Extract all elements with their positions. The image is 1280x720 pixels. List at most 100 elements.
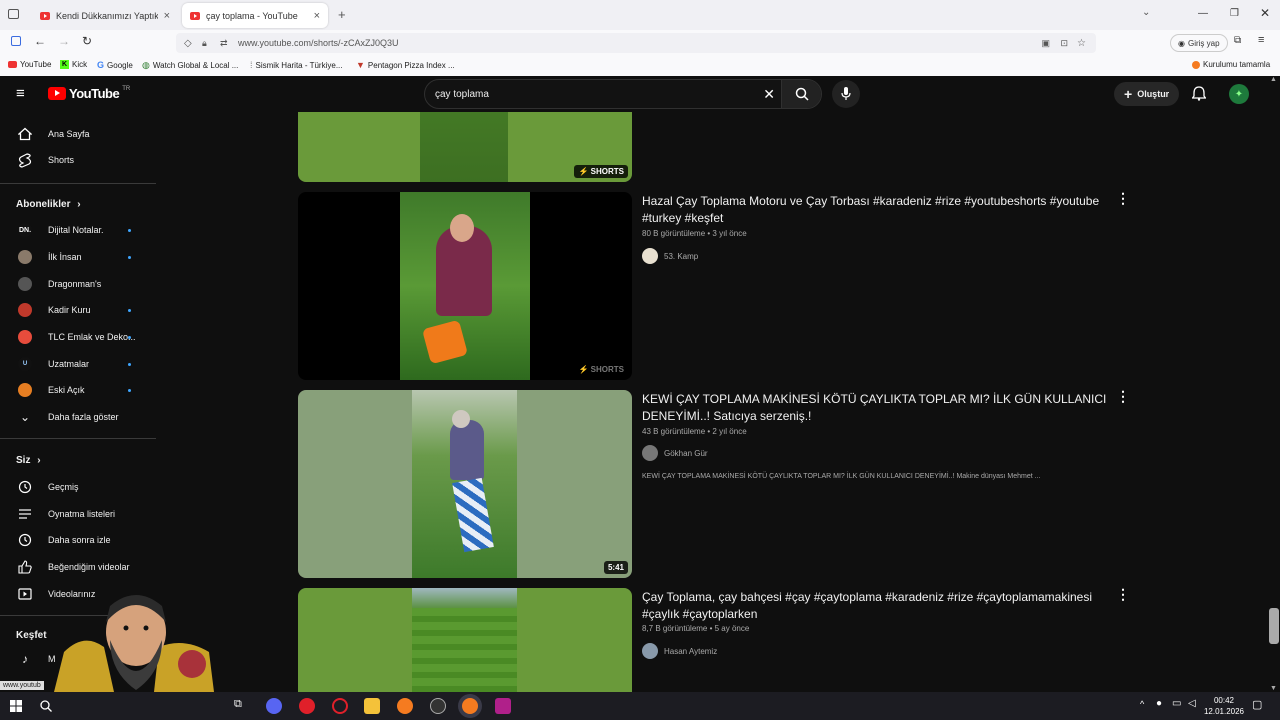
- create-label: Oluştur: [1137, 89, 1170, 99]
- chevron-down-icon[interactable]: ⌄: [1142, 7, 1150, 18]
- create-button[interactable]: + Oluştur: [1114, 82, 1180, 106]
- sidebar-item-subscription[interactable]: Eski Açık: [0, 377, 156, 403]
- more-options-icon[interactable]: ⋮: [1116, 388, 1130, 405]
- more-options-icon[interactable]: ⋮: [1116, 586, 1130, 603]
- menu-icon[interactable]: ≡: [1258, 34, 1264, 46]
- tab-2[interactable]: çay toplama - YouTube ×: [182, 3, 328, 28]
- network-icon[interactable]: ▭: [1172, 698, 1181, 709]
- sidebar-item-shorts[interactable]: Shorts: [0, 147, 156, 173]
- close-tab-icon[interactable]: ×: [314, 10, 320, 22]
- forward-icon[interactable]: →: [58, 34, 70, 48]
- bookmark-pentagon[interactable]: ▼ Pentagon Pizza Index ...: [356, 60, 455, 70]
- browser-chrome: Kendi Dükkanımızı Yaptık | Hara × çay to…: [0, 0, 1280, 76]
- sidebar-item-liked[interactable]: Beğendiğim videolar: [0, 554, 156, 580]
- maximize-icon[interactable]: ❐: [1230, 8, 1239, 19]
- channel-link[interactable]: 53. Kamp: [642, 248, 698, 264]
- you-heading[interactable]: Siz ›: [16, 455, 41, 466]
- sidebar-item-history[interactable]: Geçmiş: [0, 474, 156, 500]
- opera-gx-icon[interactable]: [332, 698, 348, 714]
- video-thumbnail[interactable]: 5:41: [298, 390, 632, 578]
- obs-icon[interactable]: [430, 698, 446, 714]
- permissions-icon[interactable]: ⇄: [220, 38, 228, 49]
- taskbar-clock[interactable]: 00:42 12.01.2026: [1204, 695, 1244, 717]
- channel-avatar-image: [18, 383, 32, 397]
- channel-link[interactable]: Hasan Aytemiz: [642, 643, 717, 659]
- sidebar-item-label: Dijital Notalar.: [48, 225, 104, 235]
- sidebar-item-home[interactable]: Ana Sayfa: [0, 121, 156, 147]
- new-tab-button[interactable]: +: [338, 7, 346, 22]
- windows-start-icon[interactable]: [10, 700, 22, 712]
- tab-list-icon[interactable]: [8, 9, 19, 19]
- volume-icon[interactable]: ◁: [1188, 698, 1196, 709]
- search-input[interactable]: çay toplama ✕: [424, 79, 822, 109]
- hamburger-menu-icon[interactable]: ≡: [16, 85, 25, 102]
- show-more-button[interactable]: ⌄ Daha fazla göster: [0, 404, 156, 430]
- reload-icon[interactable]: ↻: [82, 34, 92, 48]
- reader-icon[interactable]: ▣: [1041, 38, 1050, 49]
- login-button[interactable]: ◉ Giriş yap: [1170, 34, 1228, 52]
- pocket-icon[interactable]: ⊡: [1060, 38, 1068, 49]
- video-thumbnail[interactable]: ⚡ SHORTS: [298, 192, 632, 380]
- video-thumbnail[interactable]: ⚡ SHORTS: [298, 112, 632, 182]
- sidebar-item-label: Daha sonra izle: [48, 535, 111, 545]
- clear-search-icon[interactable]: ✕: [763, 86, 775, 103]
- streamer-overlay-character: [54, 595, 214, 692]
- bookmark-google[interactable]: G Google: [97, 60, 133, 70]
- youtube-logo[interactable]: YouTube TR: [48, 86, 130, 101]
- microphone-tray-icon[interactable]: ●: [1156, 698, 1162, 709]
- video-title[interactable]: KEWİ ÇAY TOPLAMA MAKİNESİ KÖTÜ ÇAYLIKTA …: [642, 391, 1112, 425]
- scrollbar-thumb[interactable]: [1269, 608, 1279, 644]
- close-window-icon[interactable]: ✕: [1260, 6, 1270, 20]
- scroll-down-icon[interactable]: ▼: [1270, 685, 1277, 692]
- firefox-active-icon[interactable]: [462, 698, 478, 714]
- subscriptions-heading[interactable]: Abonelikler ›: [16, 199, 81, 210]
- sidebar-item-watch-later[interactable]: Daha sonra izle: [0, 527, 156, 553]
- voice-search-button[interactable]: [832, 80, 860, 108]
- sidebar-item-subscription[interactable]: U Uzatmalar: [0, 351, 156, 377]
- bookmark-setup[interactable]: Kurulumu tamamla: [1192, 60, 1270, 69]
- sidebar-toggle-icon[interactable]: [11, 36, 21, 46]
- scroll-up-icon[interactable]: ▲: [1270, 76, 1277, 83]
- close-tab-icon[interactable]: ×: [164, 10, 170, 22]
- back-icon[interactable]: ←: [34, 34, 46, 48]
- sidebar-item-label: TLC Emlak ve Deko...: [48, 332, 136, 342]
- discord-icon[interactable]: [266, 698, 282, 714]
- opera-icon[interactable]: [299, 698, 315, 714]
- more-options-icon[interactable]: ⋮: [1116, 190, 1130, 207]
- sidebar-item-playlists[interactable]: Oynatma listeleri: [0, 501, 156, 527]
- channel-link[interactable]: Gökhan Gür: [642, 445, 708, 461]
- bookmark-sismik[interactable]: ⁞ Sismik Harita - Türkiye...: [250, 60, 343, 70]
- firefox-taskbar-icon[interactable]: [397, 698, 413, 714]
- task-view-icon[interactable]: ⧉: [234, 698, 242, 711]
- file-explorer-icon[interactable]: [364, 698, 380, 714]
- sidebar-item-subscription[interactable]: İlk İnsan: [0, 244, 156, 270]
- bookmark-label: Sismik Harita - Türkiye...: [255, 60, 343, 70]
- tab-1[interactable]: Kendi Dükkanımızı Yaptık | Hara ×: [32, 3, 178, 28]
- notifications-bell-icon[interactable]: [1192, 86, 1206, 101]
- search-button[interactable]: [781, 80, 821, 108]
- channel-avatar: [16, 248, 34, 266]
- sidebar-item-subscription[interactable]: Dragonman's: [0, 271, 156, 297]
- account-avatar[interactable]: ✦: [1229, 84, 1249, 104]
- video-title[interactable]: Çay Toplama, çay bahçesi #çay #çaytoplam…: [642, 589, 1112, 623]
- sidebar-item-subscription[interactable]: Kadir Kuru: [0, 297, 156, 323]
- sidebar-item-label: Dragonman's: [48, 279, 102, 289]
- sidebar-item-subscription[interactable]: DN. Dijital Notalar.: [0, 217, 156, 243]
- sidebar-item-subscription[interactable]: TLC Emlak ve Deko...: [0, 324, 156, 350]
- app-v-icon[interactable]: [495, 698, 511, 714]
- bookmark-watch[interactable]: ◍ Watch Global & Local ...: [142, 60, 238, 71]
- bookmark-youtube[interactable]: YouTube: [8, 60, 51, 69]
- page-scrollbar[interactable]: ▲ ▼: [1268, 76, 1280, 692]
- video-thumbnail[interactable]: [298, 588, 632, 692]
- notifications-icon[interactable]: ▢: [1252, 698, 1262, 711]
- video-title[interactable]: Hazal Çay Toplama Motoru ve Çay Torbası …: [642, 193, 1112, 227]
- taskbar-search-icon[interactable]: [40, 700, 52, 712]
- sidebar-item-label: Beğendiğim videolar: [48, 562, 130, 572]
- tray-chevron-icon[interactable]: ^: [1140, 699, 1144, 709]
- minimize-icon[interactable]: —: [1198, 8, 1208, 19]
- extensions-icon[interactable]: ⧉: [1234, 35, 1241, 46]
- bookmark-kick[interactable]: K Kick: [60, 60, 87, 69]
- sidebar-item-label: Shorts: [48, 155, 75, 165]
- url-bar[interactable]: ◇ 🔒︎ ⇄ www.youtube.com/shorts/-zCAxZJ0Q3…: [176, 33, 1096, 53]
- bookmark-star-icon[interactable]: ☆: [1077, 38, 1086, 49]
